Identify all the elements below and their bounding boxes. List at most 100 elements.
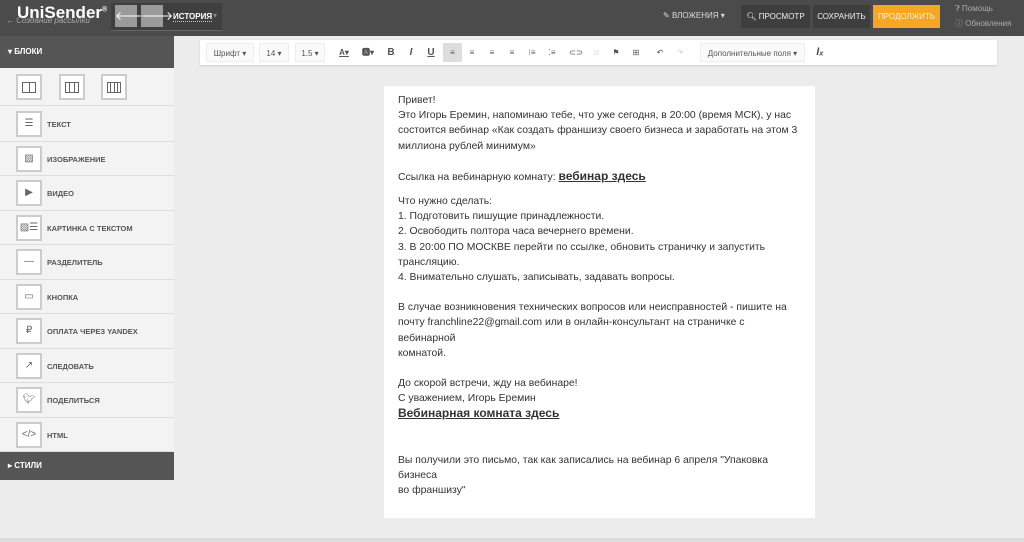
preview-button[interactable]: 🔍︎ ПРОСМОТР (741, 5, 810, 28)
ordered-list-icon[interactable]: ⁝≡ (524, 43, 540, 62)
editor-toolbar: Шрифт ▾ 14 ▾ 1.5 ▾ A▾ 🅰▾ B I U ≡ ≡ ≡ ≡ ⁝… (200, 40, 997, 65)
sidebar-item-label: ПОДЕЛИТЬСЯ (47, 396, 100, 405)
bottom-border (0, 538, 1024, 542)
font-size-label: 14 (266, 49, 276, 58)
four-column-layout[interactable] (101, 74, 127, 100)
sidebar-item-текст[interactable]: ☰ ТЕКСТ (0, 107, 174, 142)
logo-mark: ® (102, 6, 108, 14)
redo-arrow-icon[interactable]: 🡒 (141, 5, 173, 27)
intro-line: Это Игорь Еремин, напоминаю тебе, что уж… (398, 110, 792, 122)
webinar-room-link[interactable]: Вебинарная комната здесь (398, 406, 559, 420)
payment-icon: ₽ (16, 318, 42, 344)
sidebar-item-оплата-через-yandex[interactable]: ₽ ОПЛАТА ЧЕРЕЗ YANDEX (0, 314, 174, 349)
sidebar: ▾ БЛОКИ ☰ ТЕКСТ ▨ ИЗОБРАЖЕНИЕ ▶ ВИДЕО ▨☰ КАРТИН… (0, 36, 174, 480)
twitter-icon: 🐦︎ (16, 387, 42, 413)
unlink-icon[interactable]: ⊃ (588, 43, 604, 62)
font-family-select[interactable]: Шрифт ▾ (206, 43, 254, 62)
four-columns-icon (107, 81, 121, 93)
three-column-layout[interactable] (59, 74, 85, 100)
continue-button[interactable]: ПРОДОЛЖИТЬ (873, 5, 940, 28)
align-center-icon[interactable]: ≡ (464, 43, 480, 62)
divider-icon: — (16, 249, 42, 275)
sidebar-item-поделиться[interactable]: 🐦︎ ПОДЕЛИТЬСЯ (0, 383, 174, 418)
sidebar-item-html[interactable]: </> HTML (0, 418, 174, 452)
align-right-icon[interactable]: ≡ (484, 43, 500, 62)
webinar-link[interactable]: вебинар здесь (559, 169, 646, 183)
text-icon: ☰ (16, 111, 42, 137)
line-height-label: 1.5 (301, 49, 313, 58)
unordered-list-icon[interactable]: ⁚≡ (544, 43, 560, 62)
sidebar-item-label: КНОПКА (47, 292, 79, 302)
todo-line: 2. Освободить полтора часа вечернего вре… (398, 226, 634, 238)
table-icon[interactable]: ⊞ (628, 43, 644, 62)
footer-line: во франшизу" (398, 485, 466, 497)
todo-line: 3. В 20:00 ПО МОСКВЕ перейти по ссылке, … (398, 241, 766, 253)
support-line: В случае возникновения технических вопро… (398, 302, 787, 314)
two-column-layout[interactable] (16, 74, 42, 100)
help-link[interactable]: ❓︎ Помощь (955, 4, 993, 14)
sidebar-item-разделитель[interactable]: — РАЗДЕЛИТЕЛЬ (0, 245, 174, 280)
video-icon: ▶ (16, 180, 42, 206)
sidebar-item-картинка-с-текстом[interactable]: ▨☰ КАРТИНКА С ТЕКСТОМ (0, 211, 174, 245)
blocks-section-header[interactable]: ▾ БЛОКИ (0, 36, 174, 68)
justify-icon[interactable]: ≡ (504, 43, 520, 62)
sidebar-item-label: РАЗДЕЛИТЕЛЬ (47, 258, 103, 267)
chevron-down-icon[interactable]: ▾ (213, 11, 217, 20)
attachments-label: ВЛОЖЕНИЯ (671, 11, 719, 20)
question-icon: ❓︎ (955, 4, 960, 13)
save-button[interactable]: СОХРАНИТЬ (813, 5, 870, 28)
undo-icon[interactable]: ↶ (652, 43, 668, 62)
redo-icon[interactable]: ↷ (672, 43, 688, 62)
top-bar: UniSender® ← Создание рассылки 🡐 🡒 ИСТОР… (0, 0, 1024, 36)
sidebar-item-изображение[interactable]: ▨ ИЗОБРАЖЕНИЕ (0, 142, 174, 176)
code-icon: </> (16, 421, 42, 448)
attachments-button[interactable]: ✎ ВЛОЖЕНИЯ ▾ (663, 11, 725, 20)
closing: До скорой встречи, жду на вебинаре! (398, 378, 578, 390)
sidebar-item-label: ИЗОБРАЖЕНИЕ (47, 154, 106, 164)
sidebar-item-кнопка[interactable]: ▭ КНОПКА (0, 280, 174, 314)
column-layouts (0, 68, 174, 106)
sidebar-item-следовать[interactable]: ↗ СЛЕДОВАТЬ (0, 349, 174, 383)
intro-line: миллиона рублей минимум» (398, 140, 536, 152)
follow-icon: ↗ (16, 352, 42, 379)
bold-icon[interactable]: B (383, 43, 399, 62)
sidebar-item-label: КАРТИНКА С ТЕКСТОМ (47, 223, 133, 233)
sidebar-item-label: HTML (47, 430, 68, 440)
clear-format-icon[interactable]: Iₓ (812, 43, 828, 62)
line-height-select[interactable]: 1.5 ▾ (295, 43, 325, 62)
history-group: 🡐 🡒 ИСТОРИЯ ▾ (111, 3, 222, 31)
email-body[interactable]: Привет! Это Игорь Еремин, напоминаю тебе… (384, 86, 815, 518)
info-icon: ⓘ (955, 19, 963, 28)
styles-section-header[interactable]: ▸ СТИЛИ (0, 452, 174, 480)
sidebar-item-видео[interactable]: ▶ ВИДЕО (0, 176, 174, 211)
sidebar-item-label: СЛЕДОВАТЬ (47, 361, 94, 371)
support-line: почту franchline22@gmail.com или в онлай… (398, 317, 745, 344)
undo-arrow-icon[interactable]: 🡐 (115, 5, 147, 27)
updates-link[interactable]: ⓘ Обновления (955, 18, 1011, 29)
link-icon[interactable]: ⊂⊃ (568, 43, 584, 62)
updates-label: Обновления (965, 19, 1012, 28)
history-button[interactable]: ИСТОРИЯ (173, 12, 213, 22)
align-left-icon[interactable]: ≡ (443, 43, 462, 62)
underline-icon[interactable]: U (423, 43, 439, 62)
todo-line: 1. Подготовить пишущие принадлежности. (398, 211, 605, 223)
todo-title: Что нужно сделать: (398, 196, 493, 208)
signature: С уважением, Игорь Еремин (398, 393, 536, 405)
back-link[interactable]: ← Создание рассылки (6, 16, 90, 25)
flag-icon[interactable]: ⚑ (608, 43, 624, 62)
extra-fields-label: Дополнительные поля (707, 49, 791, 58)
link-prefix: Ссылка на вебинарную комнату: (398, 171, 559, 183)
todo-line: 4. Внимательно слушать, записывать, зада… (398, 272, 675, 284)
text-color-icon[interactable]: A▾ (334, 43, 354, 62)
webinar-link-line: Ссылка на вебинарную комнату: вебинар зд… (398, 169, 801, 185)
sidebar-item-label: ОПЛАТА ЧЕРЕЗ YANDEX (47, 327, 138, 336)
help-label: Помощь (962, 4, 993, 13)
font-size-select[interactable]: 14 ▾ (259, 43, 289, 62)
background-color-icon[interactable]: 🅰▾ (358, 43, 378, 62)
preview-label: ПРОСМОТР (758, 12, 805, 21)
todo-line: трансляцию. (398, 256, 460, 268)
intro-line: состоится вебинар «Как создать франшизу … (398, 125, 798, 137)
italic-icon[interactable]: I (403, 43, 419, 62)
footer-line: Вы получили это письмо, так как записали… (398, 454, 768, 481)
extra-fields-select[interactable]: Дополнительные поля ▾ (700, 43, 805, 62)
